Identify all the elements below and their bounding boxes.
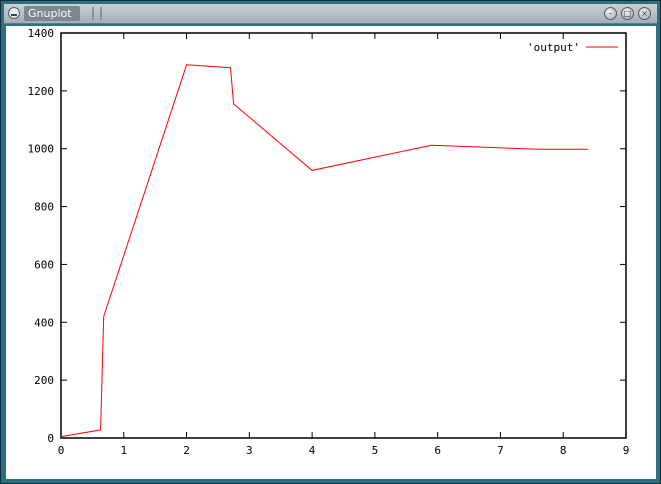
- title-grip-icon: [92, 7, 102, 20]
- maximize-button[interactable]: □: [621, 7, 634, 20]
- x-tick-label: 2: [183, 444, 190, 457]
- x-tick-label: 3: [246, 444, 253, 457]
- minimize-button[interactable]: –: [604, 7, 617, 20]
- y-tick-label: 200: [34, 374, 54, 387]
- x-tick-label: 6: [434, 444, 441, 457]
- plot-frame: [60, 32, 627, 439]
- x-tick-label: 7: [497, 444, 504, 457]
- x-tick-label: 9: [623, 444, 630, 457]
- x-tick-label: 4: [309, 444, 316, 457]
- y-tick-label: 0: [47, 432, 54, 445]
- window-title: Gnuplot: [24, 6, 80, 21]
- plot-area: 0 1 2 3 4 5 6 7 8 9 0 200 400 600 800 1000 1200 1400 'outp…: [6, 26, 656, 479]
- gnuplot-window: Gnuplot – □ × 0 1 2 3 4 5 6 7 8 9 0 200 400 600 800 100…: [0, 0, 661, 484]
- y-tick-label: 1000: [28, 143, 55, 156]
- y-tick-label: 400: [34, 316, 54, 329]
- x-tick-label: 0: [58, 444, 65, 457]
- window-menu-icon[interactable]: [8, 7, 20, 19]
- y-tick-label: 1200: [28, 85, 55, 98]
- x-tick-label: 1: [120, 444, 127, 457]
- line-chart: 0 1 2 3 4 5 6 7 8 9 0 200 400 600 800 1000 1200 1400 'outp…: [28, 27, 630, 457]
- y-tick-label: 600: [34, 258, 54, 271]
- x-tick-label: 8: [560, 444, 567, 457]
- series-line-output: [60, 64, 589, 438]
- close-button[interactable]: ×: [638, 7, 651, 20]
- legend-label: 'output': [527, 41, 580, 54]
- y-tick-label: 1400: [28, 27, 55, 40]
- x-tick-label: 5: [372, 444, 379, 457]
- title-bar[interactable]: Gnuplot – □ ×: [4, 4, 657, 24]
- y-tick-label: 800: [34, 201, 54, 214]
